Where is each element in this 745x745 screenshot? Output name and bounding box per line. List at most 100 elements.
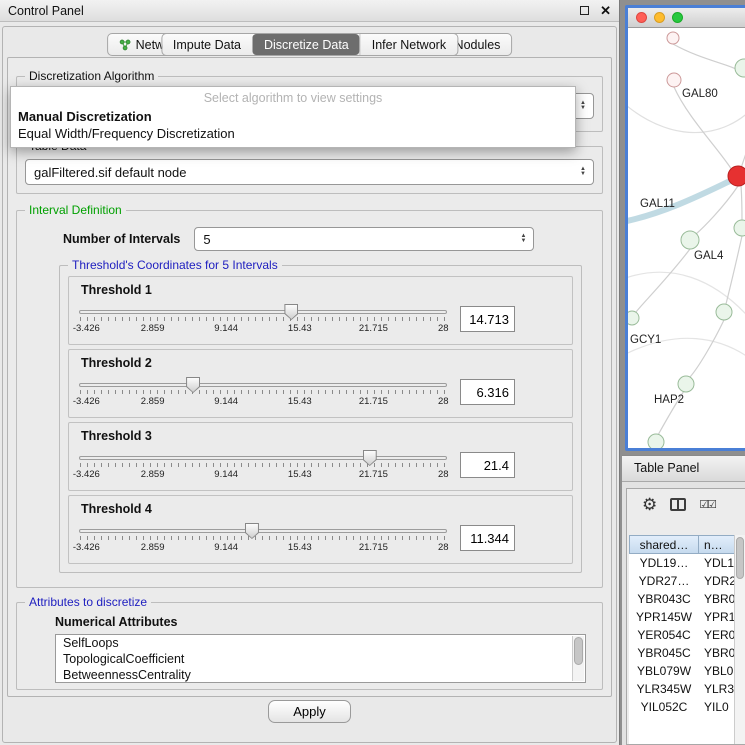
table-row[interactable]: YIL052CYIL0 [629,698,745,716]
tab-label: Infer Network [372,38,446,52]
slider-track[interactable] [79,310,447,314]
column-header-shared-name[interactable]: shared… [629,535,699,554]
apply-button[interactable]: Apply [268,700,351,723]
slider-track[interactable] [79,529,447,533]
network-window-titlebar [628,8,745,28]
interval-definition-group: Interval Definition Number of Intervals … [16,210,603,588]
threshold-3-slider[interactable]: -3.426 2.859 9.144 15.43 21.715 28 [79,449,447,483]
slider-scale: -3.426 2.859 9.144 15.43 21.715 28 [79,396,447,408]
network-node[interactable] [667,32,679,44]
threshold-3-panel: Threshold 3 -3.426 2.859 9.144 [68,422,573,491]
slider-ticks [80,536,446,540]
desktop: Control Panel ✕ Network [0,0,745,745]
window-title: Control Panel [8,4,580,18]
threshold-4-panel: Threshold 4 -3.426 2.859 9.144 [68,495,573,564]
threshold-3-value[interactable] [460,452,515,478]
node-label-gcy1: GCY1 [630,334,661,346]
threshold-1-value[interactable] [460,306,515,332]
network-node-hap2[interactable] [678,376,694,392]
numerical-attributes-label: Numerical Attributes [55,615,594,629]
scrollbar-thumb[interactable] [574,637,583,665]
table-toolbar: ⚙ ☑☑ [627,489,745,519]
threshold-4-slider[interactable]: -3.426 2.859 9.144 15.43 21.715 28 [79,522,447,556]
table-row[interactable]: YBR045CYBR0 [629,644,745,662]
slider-track[interactable] [79,456,447,460]
close-icon[interactable]: ✕ [600,4,611,17]
node-label-gal80: GAL80 [682,88,718,100]
list-scrollbar[interactable] [572,636,584,681]
dropdown-option-manual-discretization[interactable]: Manual Discretization [11,108,575,125]
minimize-traffic-light-icon[interactable] [654,12,665,23]
control-panel-window: Control Panel ✕ Network [0,0,620,745]
float-window-icon[interactable] [580,6,589,15]
table-row[interactable]: YBL079WYBL0 [629,662,745,680]
node-label-gal11: GAL11 [640,198,675,210]
slider-ticks [80,390,446,394]
network-node-gal4[interactable] [681,231,699,249]
table-data-select[interactable]: galFiltered.sif default node ▲▼ [25,159,594,185]
threshold-1-panel: Threshold 1 -3.426 2.859 9.144 [68,276,573,345]
close-traffic-light-icon[interactable] [636,12,647,23]
dropdown-placeholder-option[interactable]: Select algorithm to view settings [11,90,575,108]
threshold-2-value[interactable] [460,379,515,405]
table-data-group: Table Data galFiltered.sif default node … [16,146,603,194]
list-item[interactable]: BetweennessCentrality [56,667,585,683]
threshold-4-label: Threshold 4 [81,502,562,516]
threshold-3-label: Threshold 3 [81,429,562,443]
thresholds-group: Threshold's Coordinates for 5 Intervals … [59,265,582,573]
stepper-icon: ▲▼ [580,167,586,177]
list-item[interactable]: TopologicalCoefficient [56,651,585,667]
zoom-traffic-light-icon[interactable] [672,12,683,23]
threshold-2-panel: Threshold 2 -3.426 2.859 9.144 [68,349,573,418]
slider-scale: -3.426 2.859 9.144 15.43 21.715 28 [79,323,447,335]
network-node-gal80[interactable] [667,73,681,87]
table-row[interactable]: YDR27…YDR2 [629,572,745,590]
threshold-2-slider[interactable]: -3.426 2.859 9.144 15.43 21.715 28 [79,376,447,410]
network-node[interactable] [734,220,745,236]
table-row[interactable]: YPR145WYPR1 [629,608,745,626]
algorithm-dropdown-popup: Select algorithm to view settings Manual… [10,86,576,148]
network-node[interactable] [648,434,664,450]
stepper-icon: ▲▼ [580,101,586,111]
table-scrollbar[interactable] [734,535,745,744]
group-title: Threshold's Coordinates for 5 Intervals [68,258,282,272]
tab-impute-data[interactable]: Impute Data [162,34,252,55]
dropdown-option-equal-width[interactable]: Equal Width/Frequency Discretization [11,125,575,142]
group-title: Discretization Algorithm [25,69,158,83]
table-data-value: galFiltered.sif default node [34,165,186,180]
scrollbar-thumb[interactable] [736,537,744,579]
number-of-intervals-label: Number of Intervals [63,232,180,246]
network-node-gcy1[interactable] [628,311,639,325]
number-of-intervals-select[interactable]: 5 ▲▼ [194,227,534,251]
select-columns-icon[interactable]: ☑☑ [699,498,715,511]
slider-track[interactable] [79,383,447,387]
slider-ticks [80,463,446,467]
threshold-1-label: Threshold 1 [81,283,562,297]
table-row[interactable]: YBR043CYBR0 [629,590,745,608]
threshold-1-slider[interactable]: -3.426 2.859 9.144 15.43 21.715 28 [79,303,447,337]
network-node[interactable] [716,304,732,320]
control-panel-body: Network Style Select Cyni Toolbox jActiv… [2,26,617,743]
numerical-attributes-list[interactable]: SelfLoops TopologicalCoefficient Between… [55,634,586,683]
network-view-window: GAL80 GAL11 GAL4 GCY1 HAP2 [625,5,745,451]
network-node-selected[interactable] [728,166,745,186]
threshold-4-value[interactable] [460,525,515,551]
columns-icon[interactable] [670,498,686,511]
tab-infer-network[interactable]: Infer Network [360,34,457,55]
list-item[interactable]: SelfLoops [56,635,585,651]
network-canvas[interactable]: GAL80 GAL11 GAL4 GCY1 HAP2 [628,28,745,451]
table-row[interactable]: YDL19…YDL1 [629,554,745,572]
network-node[interactable] [735,59,745,77]
attributes-group: Attributes to discretize Numerical Attri… [16,602,603,690]
node-label-hap2: HAP2 [654,394,684,406]
slider-scale: -3.426 2.859 9.144 15.43 21.715 28 [79,469,447,481]
slider-scale: -3.426 2.859 9.144 15.43 21.715 28 [79,542,447,554]
tab-discretize-data[interactable]: Discretize Data [252,34,360,55]
table-panel-window: ⚙ ☑☑ shared… n… YDL19…YDL1 YDR27…YDR2 YB… [626,488,745,745]
table-row[interactable]: YLR345WYLR3 [629,680,745,698]
table-row[interactable]: YER054CYER0 [629,626,745,644]
gear-icon[interactable]: ⚙ [642,496,657,513]
tab-label: Discretize Data [264,38,349,52]
number-of-intervals-value: 5 [203,232,210,247]
bottom-tabbar: Impute Data Discretize Data Infer Networ… [161,33,458,56]
